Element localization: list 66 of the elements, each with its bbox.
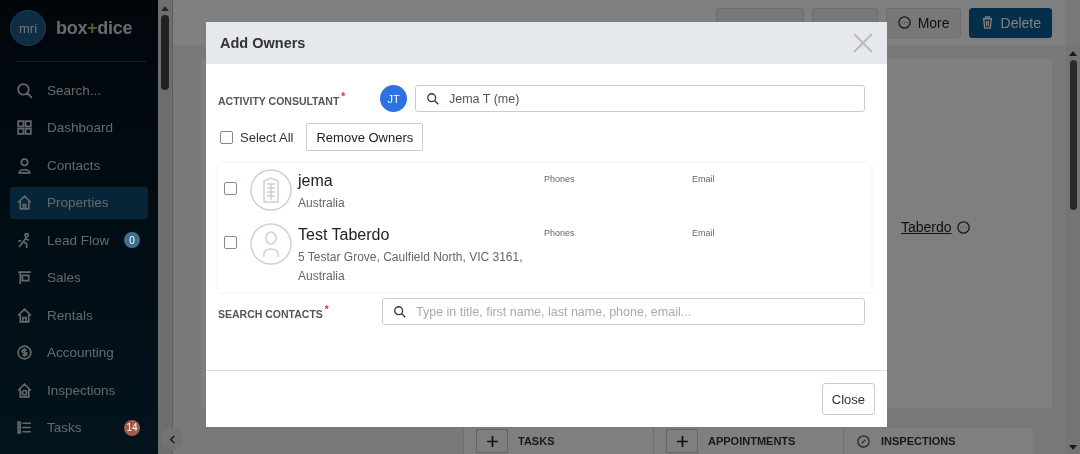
checklist-icon	[16, 419, 33, 436]
field-label: SEARCH CONTACTS	[218, 307, 323, 320]
contact-address: 5 Testar Grove, Caulfield North, VIC 3161, Australia	[298, 249, 524, 285]
field-label: ACTIVITY CONSULTANT	[218, 94, 340, 107]
section-tab[interactable]: APPOINTMENTS	[653, 428, 843, 454]
dialog-title: Add Owners	[220, 35, 306, 51]
grid-icon	[16, 119, 33, 136]
checkbox[interactable]	[224, 182, 237, 195]
scroll-up-icon[interactable]	[1069, 51, 1077, 56]
close-button[interactable]: Close	[821, 383, 875, 415]
column-label: Phones	[544, 173, 576, 184]
scrollbar-thumb[interactable]	[1069, 60, 1077, 210]
nav-item[interactable]: Contacts	[10, 149, 148, 181]
scroll-down-icon[interactable]	[1069, 445, 1077, 450]
house-icon	[16, 306, 33, 324]
nav-item[interactable]: Sales	[10, 261, 148, 294]
logo[interactable]: mri box+dice	[10, 8, 148, 48]
checkbox[interactable]	[224, 236, 237, 249]
contact-address: Australia	[298, 195, 346, 212]
section-tab[interactable]: INSPECTIONS	[843, 428, 1033, 454]
nav-item[interactable]: Tasks 14	[10, 411, 148, 444]
house-icon	[16, 194, 33, 211]
edit-icon	[856, 433, 871, 449]
nav-item[interactable]: Search...	[10, 74, 148, 106]
select-all-label[interactable]: Select All	[240, 129, 294, 145]
column-label: Phones	[544, 227, 576, 238]
search-icon	[16, 81, 33, 99]
owner-link[interactable]: Taberdo	[901, 219, 952, 235]
section-tab[interactable]: TASKS	[463, 428, 653, 454]
building-avatar-icon	[250, 169, 292, 211]
person-icon	[16, 156, 33, 174]
action-button[interactable]: Delete	[968, 7, 1052, 38]
nav-item[interactable]: Dashboard	[10, 111, 148, 144]
column-label: Email	[692, 227, 715, 238]
ellipsis-icon[interactable]	[955, 219, 971, 235]
nav-item[interactable]: Rentals	[10, 299, 148, 331]
plus-icon	[485, 434, 499, 448]
plus-icon	[675, 434, 689, 448]
sign-icon	[16, 269, 33, 286]
required-mark: *	[341, 90, 346, 102]
column-label: Email	[692, 173, 715, 184]
nav-item[interactable]: Accounting	[10, 336, 148, 369]
house-icon	[16, 381, 33, 399]
required-mark: *	[324, 303, 329, 315]
count-badge: 0	[124, 232, 140, 248]
chevron-left-icon	[167, 434, 177, 444]
checkbox[interactable]	[220, 130, 233, 144]
count-badge: 14	[124, 419, 140, 436]
collapse-button[interactable]	[161, 428, 183, 450]
remove-owners-button[interactable]: Remove Owners	[306, 123, 424, 151]
scrollbar-thumb[interactable]	[161, 15, 169, 90]
scroll-up-icon[interactable]	[161, 6, 169, 11]
nav-item[interactable]: Properties	[10, 186, 148, 219]
ellipsis-icon	[896, 15, 912, 30]
search-field[interactable]: Type in title, first name, last name, phone, email...	[382, 298, 865, 325]
dollar-icon	[16, 344, 33, 361]
contact-name[interactable]: Test Taberdo	[298, 226, 544, 244]
consultant-field[interactable]: Jema T (me)	[415, 85, 865, 112]
add-button[interactable]	[476, 429, 508, 453]
contact-name[interactable]: jema	[298, 172, 544, 190]
nav-item[interactable]: Inspections	[10, 374, 148, 406]
nav-item[interactable]: Lead Flow 0	[10, 224, 148, 256]
user-avatar: JT	[380, 85, 407, 112]
person-avatar-icon	[250, 223, 292, 265]
action-button[interactable]: More	[885, 7, 961, 38]
add-button[interactable]	[666, 429, 698, 453]
